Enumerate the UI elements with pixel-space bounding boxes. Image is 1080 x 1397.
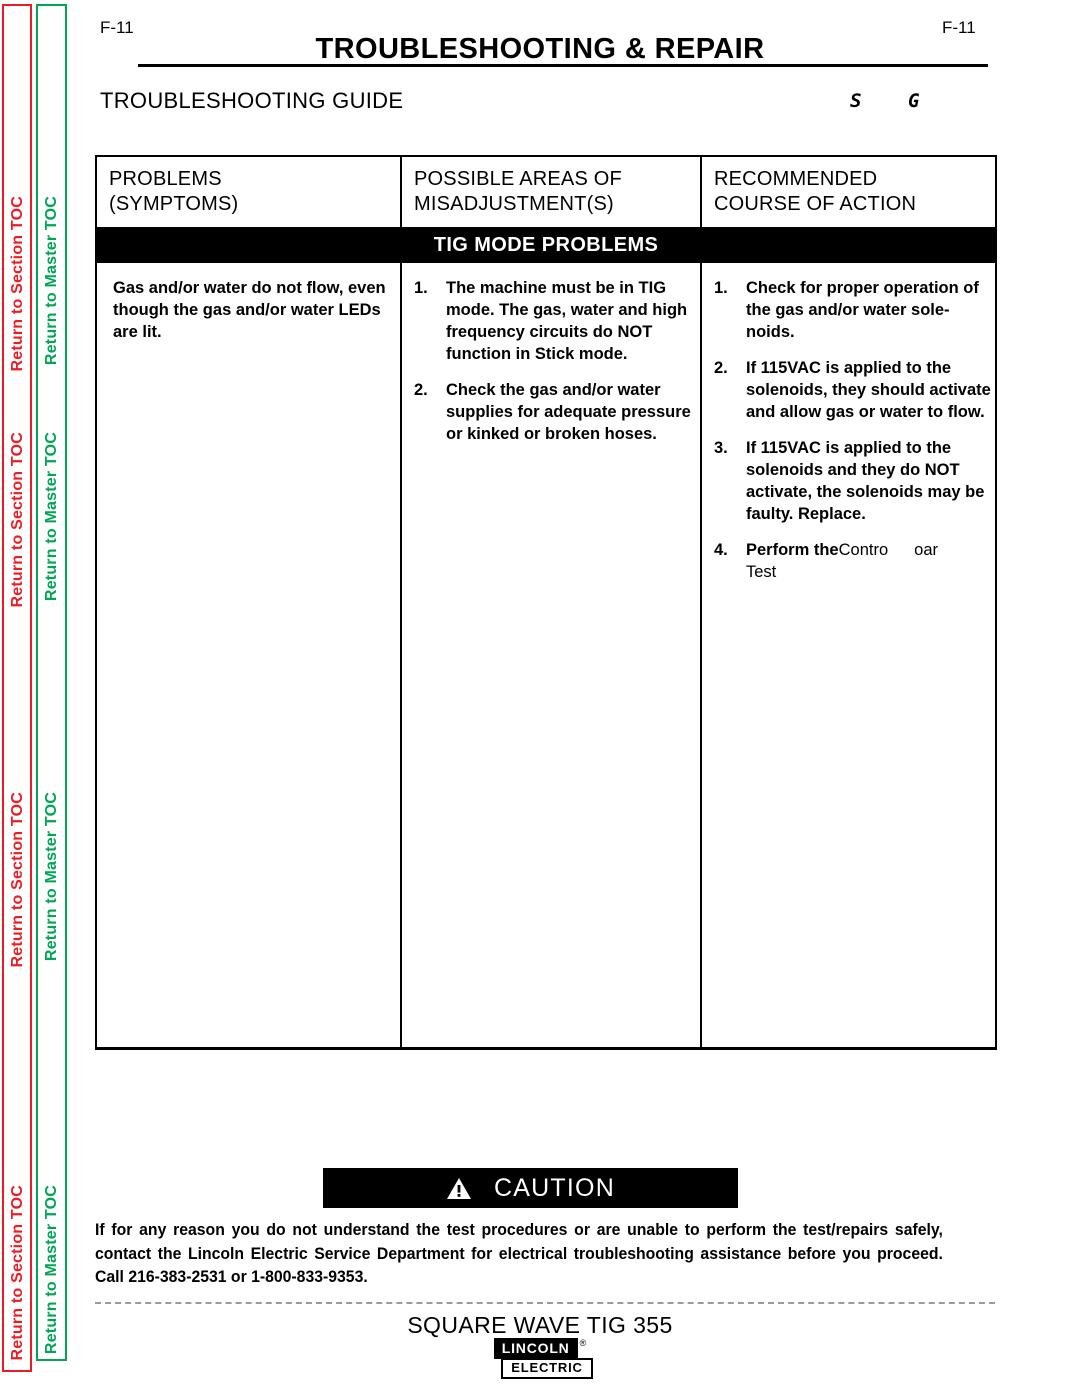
- sidebar-item-return-to-master-toc[interactable]: Return to Master TOC: [39, 432, 65, 601]
- sidebar-item-return-to-master-toc[interactable]: Return to Master TOC: [39, 792, 65, 961]
- header-divider: [138, 64, 988, 67]
- column-header-line2: (SYMPTOMS): [109, 193, 239, 215]
- list-item-number: 1.: [714, 279, 728, 297]
- footer-divider: [95, 1302, 995, 1304]
- column-header-problems: PROBLEMS (SYMPTOMS): [95, 155, 402, 229]
- column-header-possible-areas: POSSIBLE AREAS OF MISADJUSTMENT(S): [400, 155, 702, 229]
- sidebar-item-return-to-master-toc[interactable]: Return to Master TOC: [39, 196, 65, 365]
- sidebar-item-return-to-section-toc[interactable]: Return to Section TOC: [5, 196, 31, 371]
- table-header-row: PROBLEMS (SYMPTOMS) POSSIBLE AREAS OF MI…: [95, 155, 997, 229]
- column-header-line1: RECOMMENDED: [714, 168, 878, 190]
- list-item-number: 2.: [414, 381, 428, 399]
- table-section-band-label: TIG MODE PROBLEMS: [95, 228, 997, 263]
- sidebar-item-return-to-master-toc[interactable]: Return to Master TOC: [39, 1185, 65, 1354]
- column-header-line2: COURSE OF ACTION: [714, 193, 917, 215]
- caution-banner-label: CAUTION: [494, 1173, 615, 1202]
- column-header-line1: POSSIBLE AREAS OF: [414, 168, 622, 190]
- table-row: Gas and/or water do not flow, even thoug…: [95, 263, 997, 1050]
- footer-model-name: SQUARE WAVE TIG 355: [407, 1312, 673, 1338]
- symptom-text: Gas and/or water do not flow, even thoug…: [113, 279, 386, 341]
- list-item-number: 3.: [714, 439, 728, 457]
- list-item-text: If 115VAC is applied to the solenoids an…: [746, 439, 985, 523]
- list-item-text: If 115VAC is applied to the solenoids, t…: [746, 359, 991, 421]
- column-header-line2: MISADJUSTMENT(S): [414, 193, 614, 215]
- list-item-text: The machine must be in TIG mode. The gas…: [446, 279, 688, 363]
- troubleshooting-guide-table: PROBLEMS (SYMPTOMS) POSSIBLE AREAS OF MI…: [95, 155, 997, 1050]
- list-item: 2. If 115VAC is applied to the solenoids…: [702, 357, 995, 423]
- heading-fragment-glyph: S: [850, 90, 862, 112]
- sidebar-nav-tabs: Return to Section TOC Return to Master T…: [0, 0, 90, 1397]
- warning-triangle-icon: [446, 1177, 472, 1200]
- registered-trademark-icon: ®: [579, 1338, 587, 1348]
- list-item-number: 1.: [414, 279, 428, 297]
- list-item: 2. Check the gas and/or water supplies f…: [402, 379, 700, 445]
- column-header-line1: PROBLEMS: [109, 168, 222, 190]
- list-item: 1. Check for proper operation of the gas…: [702, 277, 995, 343]
- logo-lincoln-text: LINCOLN: [493, 1338, 578, 1359]
- logo-electric-text: ELECTRIC: [501, 1358, 593, 1379]
- misadjustment-list: 1. The machine must be in TIG mode. The …: [402, 277, 700, 445]
- document-page: F-11 F-11 TROUBLESHOOTING & REPAIR TROUB…: [90, 0, 1080, 1397]
- list-item-fragment: Test: [746, 563, 777, 581]
- caution-body-text: If for any reason you do not understand …: [95, 1220, 943, 1286]
- list-item-number: 2.: [714, 359, 728, 377]
- lincoln-electric-logo: LINCOLN ® ELECTRIC: [90, 1338, 990, 1379]
- table-section-band-row: TIG MODE PROBLEMS: [95, 228, 997, 263]
- list-item-text: Perform the: [746, 541, 839, 559]
- sidebar-item-return-to-section-toc[interactable]: Return to Section TOC: [5, 1185, 31, 1360]
- list-item-number: 4.: [714, 541, 728, 559]
- list-item: 3. If 115VAC is applied to the solenoids…: [702, 437, 995, 525]
- list-item-fragment: Contro: [838, 541, 889, 559]
- list-item-text: Check for proper operation of the gas an…: [746, 279, 979, 341]
- list-item: 1. The machine must be in TIG mode. The …: [402, 277, 700, 365]
- cell-possible-areas: 1. The machine must be in TIG mode. The …: [400, 263, 702, 1050]
- sidebar-item-return-to-section-toc[interactable]: Return to Section TOC: [5, 792, 31, 967]
- section-heading: TROUBLESHOOTING GUIDE: [100, 88, 404, 113]
- list-item: 4. Perform theContro oar Test: [702, 539, 995, 583]
- cell-recommended-action: 1. Check for proper operation of the gas…: [700, 263, 997, 1050]
- caution-banner: CAUTION: [323, 1168, 738, 1208]
- page-title: TROUBLESHOOTING & REPAIR: [315, 33, 765, 65]
- cell-problems: Gas and/or water do not flow, even thoug…: [95, 263, 402, 1050]
- column-header-recommended-action: RECOMMENDED COURSE OF ACTION: [700, 155, 997, 229]
- list-item-fragment: oar: [914, 541, 938, 559]
- action-list: 1. Check for proper operation of the gas…: [702, 277, 995, 583]
- list-item-text: Check the gas and/or water supplies for …: [446, 381, 691, 443]
- heading-fragment-glyph: G: [908, 90, 920, 112]
- sidebar-item-return-to-section-toc[interactable]: Return to Section TOC: [5, 432, 31, 607]
